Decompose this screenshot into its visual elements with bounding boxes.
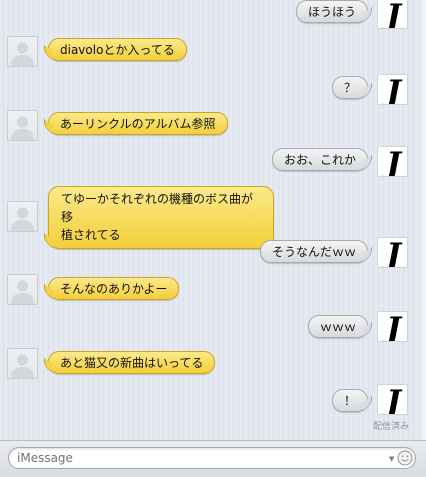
smiley-icon[interactable] [397,450,413,466]
bubble-tail [363,154,372,171]
scrollbar[interactable] [422,0,426,440]
bubble-tail [44,283,53,300]
avatar-letter: J [381,312,403,342]
incoming-message-bubble[interactable]: そんなのありかよー [44,277,180,300]
contact-avatar[interactable] [7,274,38,305]
message-text: ？ [343,81,356,95]
avatar-letter: J [381,385,403,415]
message-text: ほうほう [307,5,356,19]
delivery-status: 配信済み [372,422,409,432]
blackletter-j-icon: J [381,385,403,415]
bubble-tail [363,82,372,99]
message-text: あーリンクルのアルバム参照 [60,117,216,131]
self-avatar[interactable]: J [377,74,408,105]
avatar-letter: J [381,0,403,29]
message-text: おお、これか [283,153,356,167]
person-silhouette-icon [11,42,34,66]
outgoing-message-bubble[interactable]: ほうほう [295,0,372,23]
incoming-message-bubble[interactable]: diavoloとか入ってる [44,38,187,61]
blackletter-j-icon: J [381,0,403,29]
avatar-letter: J [381,238,403,268]
person-silhouette-icon [11,207,34,231]
outgoing-message-bubble[interactable]: ｗｗｗ [307,315,372,338]
outgoing-message-bubble[interactable]: そうなんだｗｗ [259,240,372,263]
bubble-tail [363,246,372,263]
self-avatar[interactable]: J [377,0,408,29]
bubble-tail [44,357,53,374]
contact-avatar[interactable] [7,36,38,67]
message-text: あと猫又の新曲はいってる [60,356,204,370]
contact-avatar[interactable] [7,201,38,232]
compose-bar: ▼ [0,440,426,477]
incoming-message-bubble[interactable]: あーリンクルのアルバム参照 [44,112,228,135]
bubble-tail [44,232,53,249]
message-text-line: てゆーかそれぞれの機種のボス曲が移 [61,192,254,224]
message-text: そんなのありかよー [60,282,168,296]
bubble-tail [363,321,372,338]
blackletter-j-icon: J [381,147,403,177]
message-text-line: 植されてる [61,228,121,242]
blackletter-j-icon: J [381,238,403,268]
contact-avatar[interactable] [7,348,38,379]
bubble-tail [44,44,53,61]
person-silhouette-icon [11,354,34,378]
message-text: そうなんだｗｗ [271,245,356,259]
blackletter-j-icon: J [381,312,403,342]
person-silhouette-icon [11,116,34,140]
avatar-letter: J [381,147,403,177]
avatar-letter: J [381,75,403,105]
outgoing-message-bubble[interactable]: ！ [331,389,372,412]
self-avatar[interactable]: J [377,237,408,268]
incoming-message-bubble[interactable]: あと猫又の新曲はいってる [44,351,216,374]
self-avatar[interactable]: J [377,384,408,415]
bubble-tail [363,395,372,412]
contact-avatar[interactable] [7,110,38,141]
message-text: ！ [343,394,356,408]
outgoing-message-bubble[interactable]: ？ [331,76,372,99]
message-text: diavoloとか入ってる [60,43,175,57]
outgoing-message-bubble[interactable]: おお、これか [271,148,372,171]
message-input[interactable] [8,447,416,469]
person-silhouette-icon [11,280,34,304]
self-avatar[interactable]: J [377,146,408,177]
self-avatar[interactable]: J [377,311,408,342]
message-transcript[interactable]: ほうほう J diavoloとか入ってる ？ J あーリンクルのアルバム参照 お… [0,0,426,440]
chevron-down-icon[interactable]: ▼ [389,455,394,463]
bubble-tail [44,118,53,135]
blackletter-j-icon: J [381,75,403,105]
bubble-tail [363,6,372,23]
incoming-message-bubble[interactable]: てゆーかそれぞれの機種のボス曲が移 植されてる [44,186,274,249]
message-text: ｗｗｗ [319,320,356,334]
